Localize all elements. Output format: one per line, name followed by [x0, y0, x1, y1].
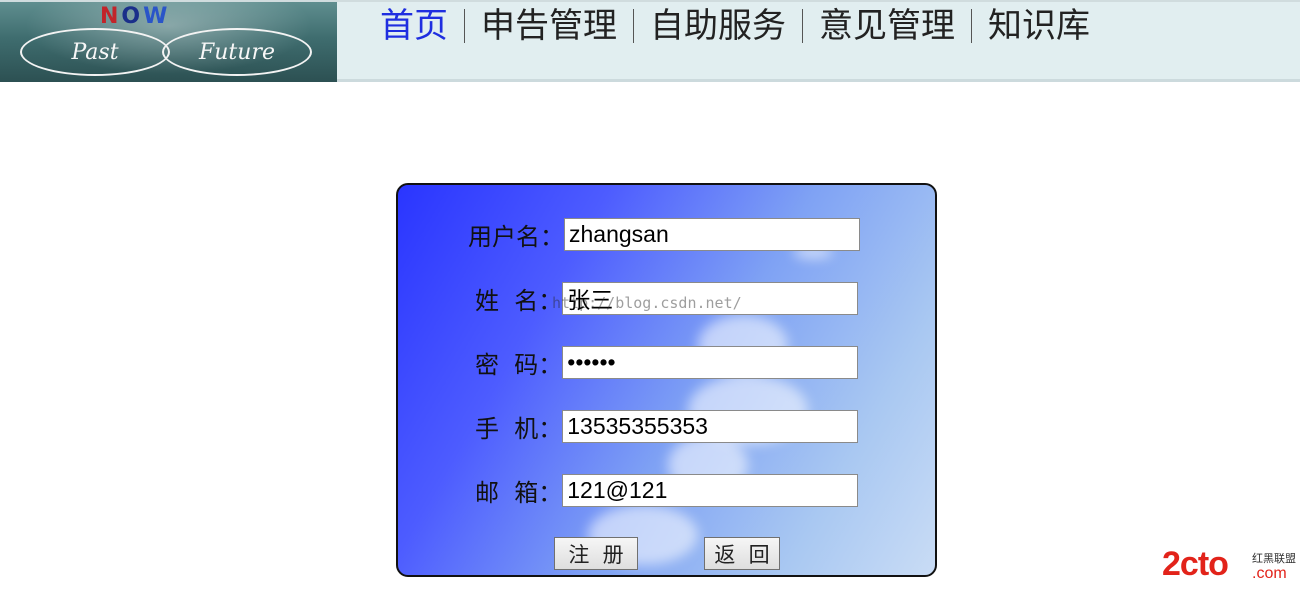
phone-label: 手 机： [475, 414, 563, 443]
brand-tld: .com [1252, 565, 1287, 582]
logo-letter-o: O [121, 4, 144, 29]
name-label: 姓 名： [475, 286, 563, 315]
brand-logo: 2cto 红黑联盟 .com [1162, 545, 1300, 585]
watermark-text: http://blog.csdn.net/ [552, 294, 742, 312]
phone-input[interactable] [562, 409, 859, 443]
nav-item-feedback[interactable]: 意见管理 [803, 6, 971, 46]
phone-row: 手 机： [475, 409, 859, 443]
username-row: 用户名： [468, 217, 860, 251]
main-nav: 首页 申告管理 自助服务 意见管理 知识库 [380, 2, 1106, 50]
logo-past-circle: Past [20, 28, 170, 76]
nav-item-home[interactable]: 首页 [380, 6, 464, 46]
password-label: 密 码： [475, 350, 563, 379]
nav-item-self-service[interactable]: 自助服务 [634, 6, 802, 46]
register-form-panel: 用户名： 姓 名： 密 码： 手 机： 邮 箱： 注 册 返 回 [396, 183, 937, 577]
nav-item-knowledge-base[interactable]: 知识库 [972, 6, 1106, 46]
register-button[interactable]: 注 册 [554, 537, 638, 570]
password-input[interactable] [562, 345, 859, 379]
brand-sub: 红黑联盟 [1252, 552, 1296, 565]
nav-item-declaration[interactable]: 申告管理 [465, 6, 633, 46]
logo-letter-n: N [100, 4, 122, 29]
top-header: NOW Past Future 首页 申告管理 自助服务 意见管理 知识库 [0, 0, 1300, 82]
password-row: 密 码： [475, 345, 859, 379]
email-row: 邮 箱： [475, 473, 859, 507]
email-label: 邮 箱： [475, 478, 563, 507]
logo-future-circle: Future [162, 28, 312, 76]
username-input[interactable] [564, 217, 860, 251]
logo-past-text: Past [71, 39, 119, 65]
site-logo[interactable]: NOW Past Future [0, 2, 337, 82]
logo-now-text: NOW [100, 4, 170, 29]
logo-letter-w: W [143, 4, 171, 29]
username-label: 用户名： [468, 222, 564, 251]
email-input[interactable] [562, 473, 859, 507]
logo-future-text: Future [199, 39, 275, 65]
brand-main: 2cto [1162, 545, 1229, 583]
back-button[interactable]: 返 回 [704, 537, 780, 570]
